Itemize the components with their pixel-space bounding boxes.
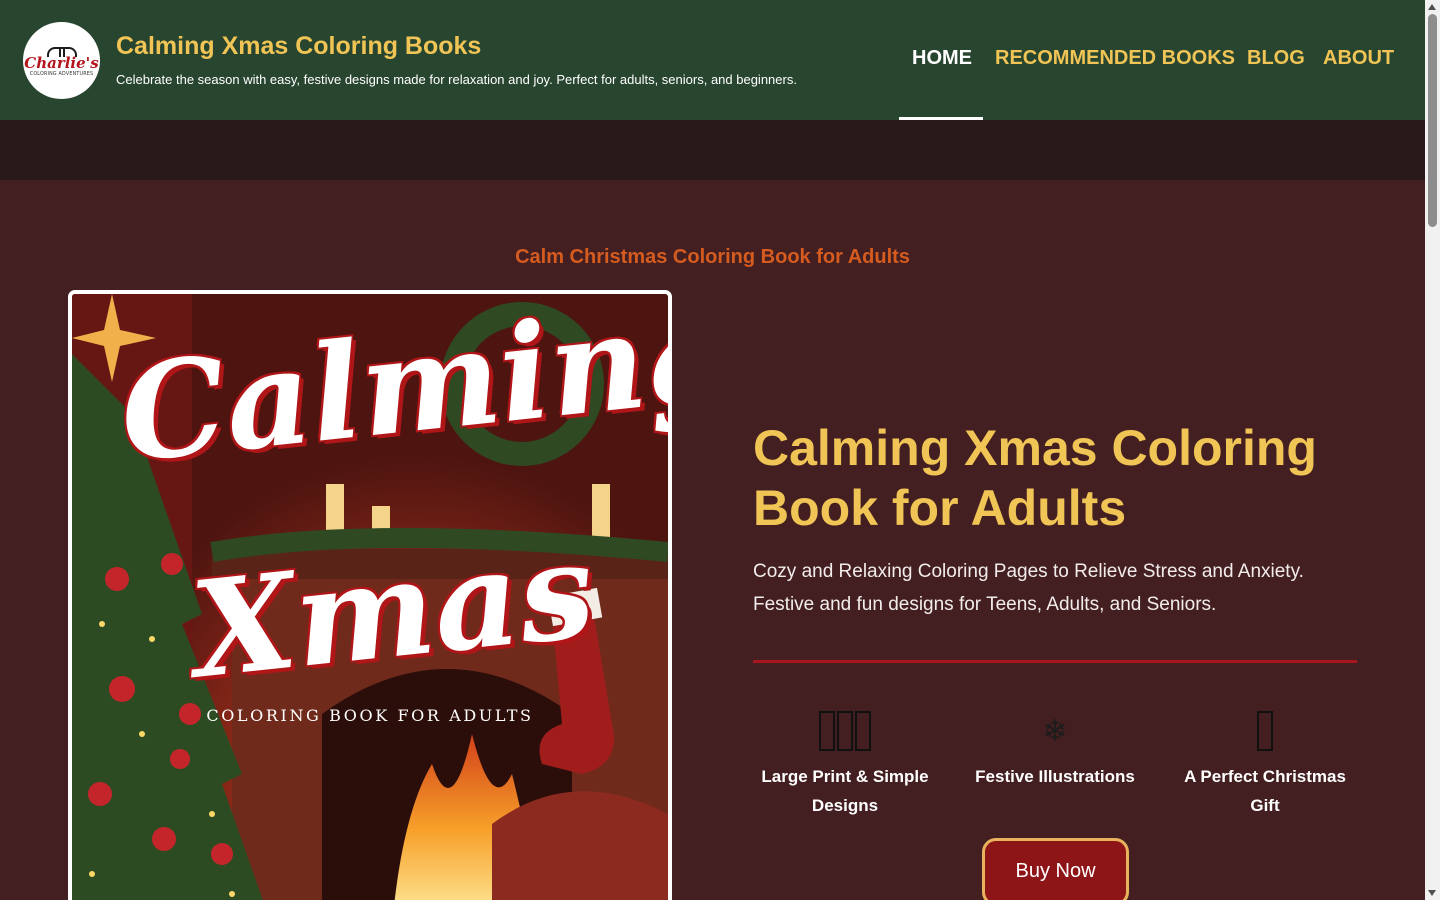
product-description: Cozy and Relaxing Coloring Pages to Reli…: [753, 555, 1373, 621]
cover-subtitle: COLORING BOOK FOR ADULTS: [206, 706, 534, 725]
scroll-down-arrow-icon[interactable]: [1428, 890, 1436, 896]
section-divider: [753, 660, 1357, 663]
book-cover-image[interactable]: Calming Xmas COLORING BOOK FOR ADULTS: [68, 290, 672, 900]
site-title[interactable]: Calming Xmas Coloring Books: [116, 32, 481, 61]
product-title: Calming Xmas Coloring Book for Adults: [753, 420, 1317, 536]
logo-wordmark: Charlie's: [24, 53, 99, 72]
feature-label: Large Print & Simple: [761, 767, 929, 786]
feature-label: Festive Illustrations: [975, 767, 1135, 786]
site-header: Charlie's COLORING ADVENTURES Calming Xm…: [0, 0, 1425, 120]
site-tagline: Celebrate the season with easy, festive …: [116, 72, 797, 87]
missing-glyph-icon: [745, 700, 945, 762]
missing-glyph-icon: [1165, 700, 1365, 762]
header-spacer-band: [0, 120, 1425, 180]
feature-large-print: Large Print & Simple Designs: [745, 700, 945, 820]
nav-blog[interactable]: BLOG: [1247, 47, 1305, 70]
vertical-scrollbar[interactable]: [1425, 0, 1440, 900]
logo-subtitle: COLORING ADVENTURES: [29, 71, 94, 77]
description-line-1: Cozy and Relaxing Coloring Pages to Reli…: [753, 561, 1304, 582]
feature-christmas-gift: A Perfect Christmas Gift: [1165, 700, 1365, 820]
snowflake-icon: ❄: [1042, 713, 1068, 749]
nav-home[interactable]: HOME: [912, 47, 972, 70]
scrollbar-thumb[interactable]: [1428, 14, 1437, 227]
scroll-up-arrow-icon[interactable]: [1428, 4, 1436, 10]
open-book-icon: [46, 45, 77, 57]
feature-festive-illustrations: ❄ Festive Illustrations: [955, 700, 1155, 791]
nav-about[interactable]: ABOUT: [1323, 47, 1394, 70]
feature-label: Designs: [811, 796, 879, 815]
nav-recommended-books[interactable]: RECOMMENDED BOOKS: [995, 47, 1235, 70]
feature-label: A Perfect Christmas: [1184, 767, 1346, 786]
description-line-2: Festive and fun designs for Teens, Adult…: [753, 594, 1217, 615]
feature-label: Gift: [1250, 796, 1280, 815]
section-label: Calm Christmas Coloring Book for Adults: [515, 246, 910, 268]
site-logo[interactable]: Charlie's COLORING ADVENTURES: [23, 22, 100, 99]
buy-now-button[interactable]: Buy Now: [982, 838, 1129, 900]
